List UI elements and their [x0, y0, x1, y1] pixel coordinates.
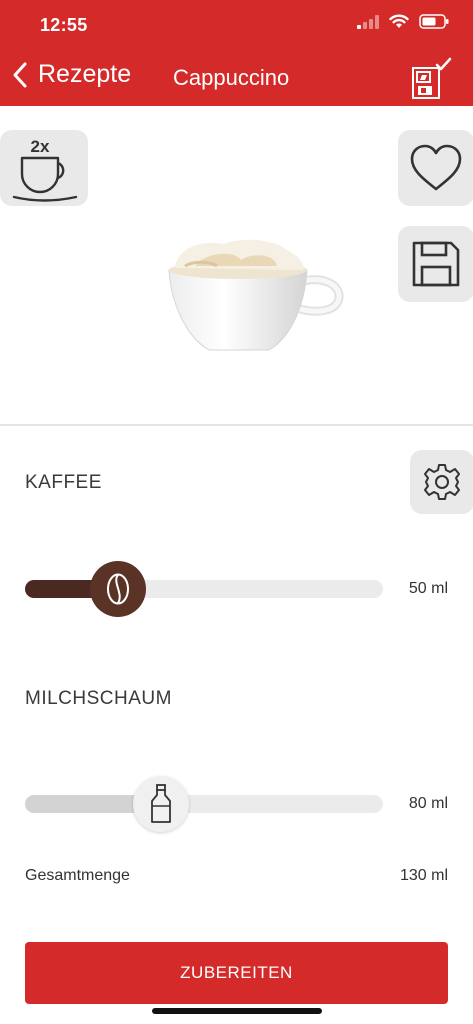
machine-button[interactable] [409, 56, 455, 102]
back-label: Rezepte [38, 60, 132, 88]
coffee-machine-check-icon [412, 57, 452, 99]
status-time: 12:55 [40, 15, 88, 35]
coffee-label: KAFFEE [25, 472, 102, 493]
save-button[interactable] [398, 226, 473, 302]
gear-icon [424, 464, 460, 500]
back-button[interactable]: Rezepte [12, 60, 131, 89]
total-label: Gesamtmenge [25, 867, 130, 884]
coffee-slider-thumb[interactable] [90, 561, 147, 617]
coffee-bean-icon [107, 573, 130, 605]
milk-bottle-icon [151, 784, 171, 823]
chevron-left-icon [13, 62, 27, 87]
portion-toggle-button[interactable]: 2x [0, 130, 88, 206]
heart-icon [410, 144, 462, 191]
favorite-button[interactable] [398, 130, 473, 206]
portion-label: 2x [31, 137, 50, 156]
home-indicator [152, 1008, 322, 1014]
coffee-slider[interactable] [25, 561, 383, 617]
coffee-value: 50 ml [408, 580, 448, 597]
page-title: Cappuccino [173, 65, 290, 90]
cappuccino-image [165, 232, 345, 364]
milk-foam-slider-thumb[interactable] [133, 776, 190, 832]
floppy-disk-icon [412, 241, 460, 287]
status-icons [357, 14, 449, 29]
cellular-signal-icon [357, 14, 379, 29]
section-divider [0, 424, 473, 426]
battery-icon [419, 14, 449, 29]
wifi-icon [389, 14, 409, 28]
app-header: 12:55 Rezepte Cappuccino [0, 0, 473, 106]
total-value: 130 ml [399, 867, 448, 884]
milk-foam-slider[interactable] [25, 776, 383, 832]
settings-button[interactable] [410, 450, 473, 514]
milk-foam-value: 80 ml [408, 795, 448, 812]
milk-foam-label: MILCHSCHAUM [25, 688, 172, 709]
double-cup-icon: 2x [12, 137, 78, 202]
prepare-button[interactable]: ZUBEREITEN [25, 942, 448, 1004]
